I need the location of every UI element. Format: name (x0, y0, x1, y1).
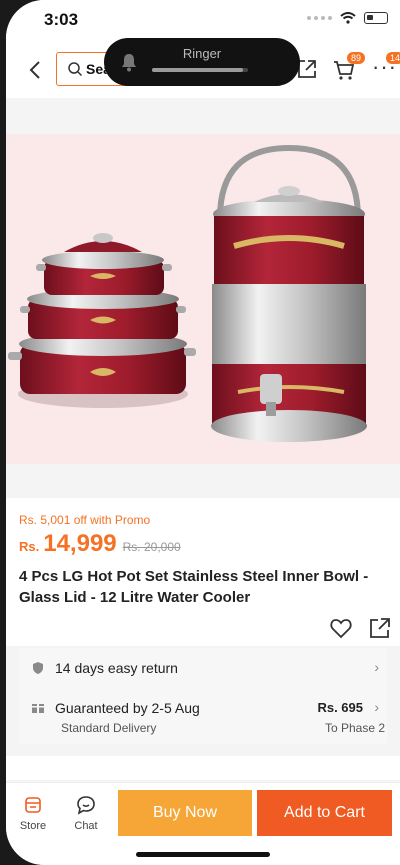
chat-label: Chat (74, 820, 98, 832)
store-label: Store (19, 820, 47, 832)
price-currency: Rs. (19, 539, 40, 554)
back-icon[interactable] (24, 58, 48, 82)
battery-icon (364, 12, 388, 24)
phone-screen: 3:03 Sea 89 ··· 14 Ringer Rs. 5,001 off … (6, 0, 400, 865)
delivery-destination: To Phase 2 (324, 721, 385, 735)
store-button[interactable]: Store (13, 795, 53, 832)
delivery-row[interactable]: Guaranteed by 2-5 Aug Standard Delivery … (19, 688, 387, 744)
ringer-label: Ringer (182, 46, 222, 61)
chat-icon (77, 796, 95, 815)
status-time: 3:03 (44, 10, 79, 29)
product-illustration (8, 144, 367, 442)
original-price: Rs. 20,000 (122, 540, 181, 554)
heart-icon[interactable] (329, 616, 353, 640)
more-badge: 14 (386, 52, 400, 64)
shield-icon (33, 662, 43, 674)
buy-now-button[interactable]: Buy Now (118, 790, 252, 836)
share-icon[interactable] (368, 616, 392, 640)
add-to-cart-button[interactable]: Add to Cart (257, 790, 392, 836)
status-icons (307, 12, 388, 24)
product-image[interactable] (6, 134, 400, 464)
package-icon (32, 701, 44, 713)
promo-text[interactable]: Rs. 5,001 off with Promo (19, 513, 150, 527)
ringer-volume-bar (152, 68, 248, 72)
home-indicator[interactable] (136, 852, 270, 857)
signal-icon (307, 16, 332, 20)
ringer-indicator: Ringer (104, 38, 300, 86)
gallery-top-gap (6, 98, 400, 132)
search-icon (68, 62, 83, 77)
product-title: 4 Pcs LG Hot Pot Set Stainless Steel Inn… (19, 568, 369, 606)
chevron-right-icon: › (374, 659, 379, 675)
product-info: Rs. 5,001 off with Promo Rs. 14,999 Rs. … (6, 498, 400, 646)
return-row[interactable]: 14 days easy return › (19, 648, 387, 688)
price: 14,999 (43, 530, 117, 557)
ringer-volume-fill (152, 68, 244, 72)
store-icon (25, 797, 41, 813)
chevron-right-icon: › (374, 699, 379, 715)
cart-badge: 89 (347, 52, 366, 64)
chat-button[interactable]: Chat (66, 795, 106, 832)
delivery-section: 14 days easy return › Guaranteed by 2-5 … (19, 648, 387, 744)
guarantee-text: Guaranteed by 2-5 Aug (55, 700, 200, 716)
wifi-icon (340, 12, 356, 24)
delivery-fee: Rs. 695 (317, 700, 363, 715)
price-row: Rs. 14,999 Rs. 20,000 (19, 530, 181, 558)
return-text: 14 days easy return (55, 660, 178, 676)
delivery-type: Standard Delivery (61, 721, 157, 735)
next-section-peek (6, 756, 400, 780)
